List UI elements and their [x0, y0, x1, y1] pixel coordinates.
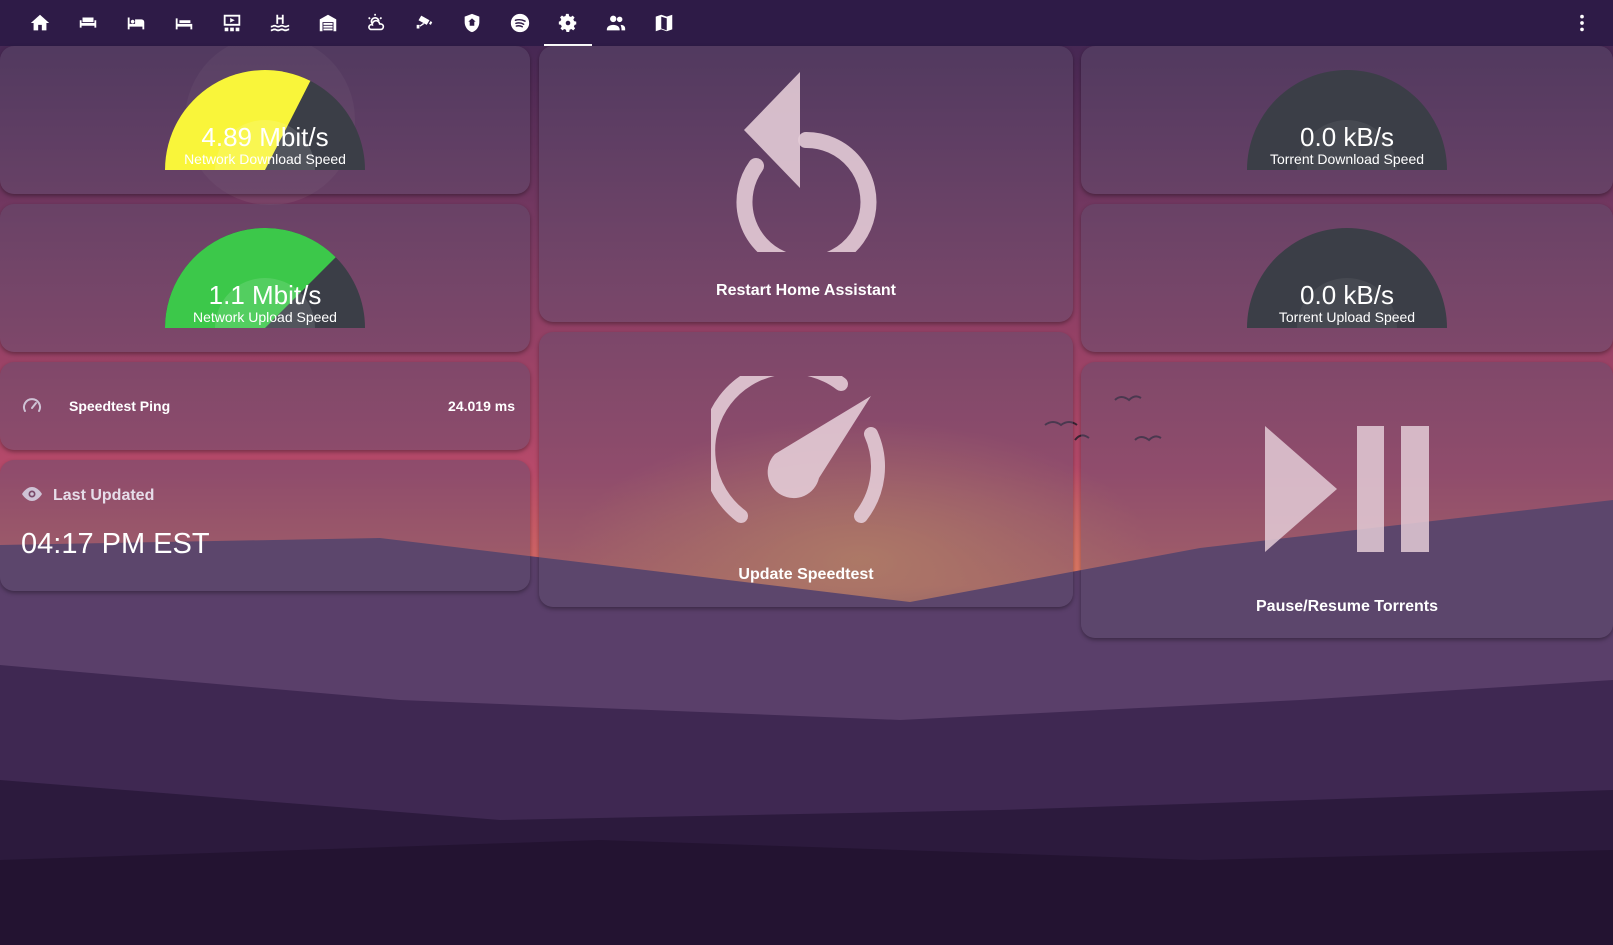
tab-bedroom[interactable] [112, 0, 160, 46]
dots-vertical-icon[interactable] [1571, 12, 1593, 34]
restart-button-card[interactable]: Restart Home Assistant [539, 46, 1073, 322]
network-upload-card[interactable]: 1.1 Mbit/s Network Upload Speed [0, 204, 530, 352]
tab-map[interactable] [640, 0, 688, 46]
entity-name: Speedtest Ping [69, 398, 171, 414]
tab-pool[interactable] [256, 0, 304, 46]
gauge-name: Torrent Download Speed [1269, 151, 1425, 167]
tab-people[interactable] [592, 0, 640, 46]
weather-partly-cloudy-icon [368, 13, 385, 31]
torrent-upload-gauge: 0.0 kB/s Torrent Upload Speed [1247, 228, 1447, 328]
gauge-value: 0.0 kB/s [1300, 280, 1394, 310]
restart-label: Restart Home Assistant [716, 282, 896, 299]
top-nav-bar [0, 0, 1613, 46]
restart-icon [736, 72, 877, 252]
settings-icon [558, 13, 577, 32]
network-upload-gauge: 1.1 Mbit/s Network Upload Speed [165, 228, 365, 328]
network-download-gauge: 4.89 Mbit/s Network Download Speed [165, 70, 365, 170]
tab-theater[interactable] [208, 0, 256, 46]
home-icon [30, 14, 50, 31]
last-updated-card[interactable]: Last Updated 04:17 PM EST [0, 460, 530, 591]
torrent-upload-card[interactable]: 0.0 kB/s Torrent Upload Speed [1081, 204, 1613, 352]
play-pause-icon [1265, 426, 1429, 552]
eye-icon [22, 487, 42, 501]
tab-cameras[interactable] [400, 0, 448, 46]
speedtest-ping-card[interactable]: Speedtest Ping 24.019 ms [0, 362, 530, 450]
tab-weather[interactable] [352, 0, 400, 46]
map-icon [655, 14, 673, 32]
bed-single-icon [175, 18, 193, 30]
entity-state: 24.019 ms [448, 398, 515, 414]
speedometer-large-icon [711, 376, 885, 523]
tab-living-room[interactable] [64, 0, 112, 46]
pause-resume-label: Pause/Resume Torrents [1256, 598, 1438, 615]
tab-home[interactable] [16, 0, 64, 46]
spotify-icon [510, 13, 530, 33]
update-speedtest-card[interactable]: Update Speedtest [539, 332, 1073, 607]
tab-settings[interactable] [544, 0, 592, 46]
network-download-card[interactable]: 4.89 Mbit/s Network Download Speed [0, 46, 530, 194]
gauge-value: 1.1 Mbit/s [208, 280, 322, 310]
gauge-name: Network Upload Speed [193, 309, 337, 325]
gauge-value: 0.0 kB/s [1300, 122, 1394, 152]
bed-icon [127, 17, 145, 30]
sofa-icon [79, 17, 97, 28]
gauge-name: Torrent Upload Speed [1278, 309, 1416, 325]
theater-icon [223, 14, 241, 32]
shield-home-icon [464, 13, 480, 33]
garage-icon [319, 14, 337, 32]
gauge-name: Network Download Speed [184, 151, 346, 167]
last-updated-title: Last Updated [53, 487, 155, 504]
last-updated-value: 04:17 PM EST [21, 528, 210, 560]
gauge-value: 4.89 Mbit/s [201, 122, 329, 152]
tab-spotify[interactable] [496, 0, 544, 46]
torrent-download-gauge: 0.0 kB/s Torrent Download Speed [1247, 70, 1447, 170]
entity-row[interactable]: Speedtest Ping 24.019 ms [20, 362, 515, 450]
tab-garage[interactable] [304, 0, 352, 46]
pause-resume-card[interactable]: Pause/Resume Torrents [1081, 362, 1613, 638]
cctv-icon [416, 15, 433, 29]
speedometer-icon [23, 398, 41, 412]
update-speedtest-label: Update Speedtest [738, 566, 874, 583]
torrent-download-card[interactable]: 0.0 kB/s Torrent Download Speed [1081, 46, 1613, 194]
pool-icon [270, 14, 290, 32]
tab-security[interactable] [448, 0, 496, 46]
account-group-icon [606, 15, 626, 31]
tab-guest-room[interactable] [160, 0, 208, 46]
